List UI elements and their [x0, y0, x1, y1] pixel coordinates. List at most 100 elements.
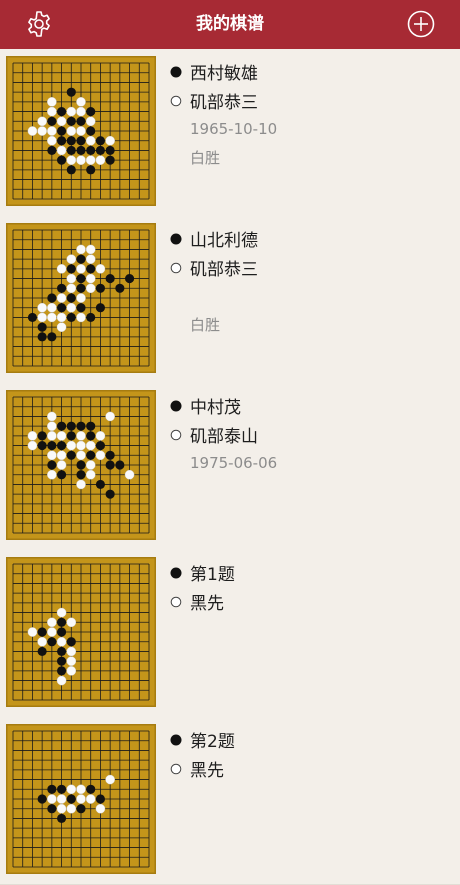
black-stone	[66, 116, 76, 126]
black-stone	[86, 450, 96, 460]
white-stone	[85, 794, 96, 804]
black-stone	[95, 145, 105, 155]
game-info: 西村敏雄 矶部恭三 1965-10-10 白胜	[170, 57, 450, 173]
game-info: 第1题 黑先	[170, 558, 450, 674]
white-stone	[66, 784, 77, 795]
black-stone	[57, 784, 67, 794]
black-stone-icon	[170, 734, 190, 746]
white-stone	[37, 312, 47, 323]
white-stone	[47, 627, 57, 637]
white-stone	[66, 617, 77, 628]
white-stone	[76, 440, 86, 451]
game-result: 白胜	[190, 316, 221, 334]
game-info: 第2题黑先	[170, 725, 450, 841]
black-stone	[105, 274, 115, 284]
white-stone	[76, 794, 86, 804]
white-stone	[47, 617, 57, 628]
white-stone	[37, 116, 47, 127]
add-game-button[interactable]	[406, 9, 436, 39]
black-stone	[86, 107, 96, 117]
game-result	[170, 812, 450, 841]
black-stone	[37, 794, 47, 804]
go-board-thumbnail	[6, 557, 156, 707]
black-player-row: 第2题	[170, 725, 450, 754]
white-player-row: 黑先	[170, 587, 450, 616]
black-stone	[105, 489, 115, 499]
black-stone	[57, 627, 67, 637]
white-stone	[66, 656, 77, 666]
white-stone	[95, 264, 106, 274]
white-stone	[47, 135, 57, 146]
settings-button[interactable]	[24, 9, 54, 39]
black-stone	[66, 431, 76, 441]
black-stone-icon	[170, 66, 190, 78]
black-player-row: 第1题	[170, 558, 450, 587]
white-player-name: 矶部恭三	[190, 93, 258, 113]
white-stone	[76, 431, 86, 441]
game-list-item[interactable]: 中村茂 矶部泰山 1975-06-06	[0, 383, 460, 551]
white-stone	[27, 126, 38, 136]
go-board-thumbnail	[6, 724, 156, 874]
white-player-row: 黑先	[170, 754, 450, 783]
black-stone	[95, 479, 105, 489]
go-board-thumbnail	[6, 56, 156, 206]
white-stone	[47, 469, 57, 480]
black-stone	[66, 136, 76, 146]
white-player-name: 黑先	[190, 761, 224, 781]
black-stone	[57, 107, 67, 117]
white-stone	[56, 312, 67, 323]
black-stone-icon	[170, 233, 190, 245]
black-stone	[95, 794, 105, 804]
go-board-thumbnail	[6, 390, 156, 540]
game-list-item[interactable]: 第1题 黑先	[0, 550, 460, 718]
go-board-thumbnail	[6, 223, 156, 373]
white-player-name: 矶部泰山	[190, 427, 258, 447]
black-stone	[47, 145, 57, 155]
white-stone	[85, 273, 96, 284]
white-stone	[85, 254, 96, 264]
white-stone	[47, 421, 57, 431]
white-stone	[105, 135, 115, 146]
black-stone	[125, 274, 135, 284]
black-stone	[105, 460, 115, 470]
black-stone	[57, 470, 67, 480]
black-stone	[47, 804, 57, 814]
black-stone	[76, 116, 86, 126]
black-stone	[57, 155, 67, 165]
game-list-item[interactable]: 西村敏雄 矶部恭三 1965-10-10 白胜	[0, 49, 460, 217]
white-player-row: 矶部恭三	[170, 86, 450, 115]
black-stone	[66, 637, 76, 647]
white-stone	[37, 636, 47, 647]
white-stone	[47, 126, 57, 136]
black-stone	[86, 165, 96, 175]
white-stone	[66, 666, 77, 676]
white-stone	[47, 312, 57, 323]
game-list-item[interactable]: 山北利德 矶部恭三 白胜	[0, 216, 460, 384]
white-stone	[47, 106, 57, 117]
game-list-item[interactable]: 第2题黑先	[0, 717, 460, 885]
black-player-name: 第2题	[190, 732, 235, 752]
black-stone	[37, 646, 47, 656]
gear-icon	[28, 11, 50, 37]
game-info: 山北利德 矶部恭三 白胜	[170, 224, 450, 340]
black-stone	[86, 784, 96, 794]
white-stone	[66, 155, 77, 165]
black-stone	[47, 637, 57, 647]
black-stone	[37, 441, 47, 451]
white-stone-icon	[170, 429, 190, 441]
black-stone	[57, 136, 67, 146]
white-stone-icon	[170, 596, 190, 608]
black-stone	[66, 165, 76, 175]
white-stone	[66, 273, 77, 284]
white-stone	[95, 450, 106, 461]
white-stone	[56, 460, 67, 470]
white-stone	[76, 106, 86, 117]
white-player-row: 矶部泰山	[170, 420, 450, 449]
black-stone	[57, 813, 67, 823]
white-stone	[56, 264, 67, 274]
white-stone	[76, 312, 86, 323]
black-stone	[47, 293, 57, 303]
white-stone	[95, 431, 106, 441]
black-stone	[66, 145, 76, 155]
white-stone	[105, 411, 115, 422]
